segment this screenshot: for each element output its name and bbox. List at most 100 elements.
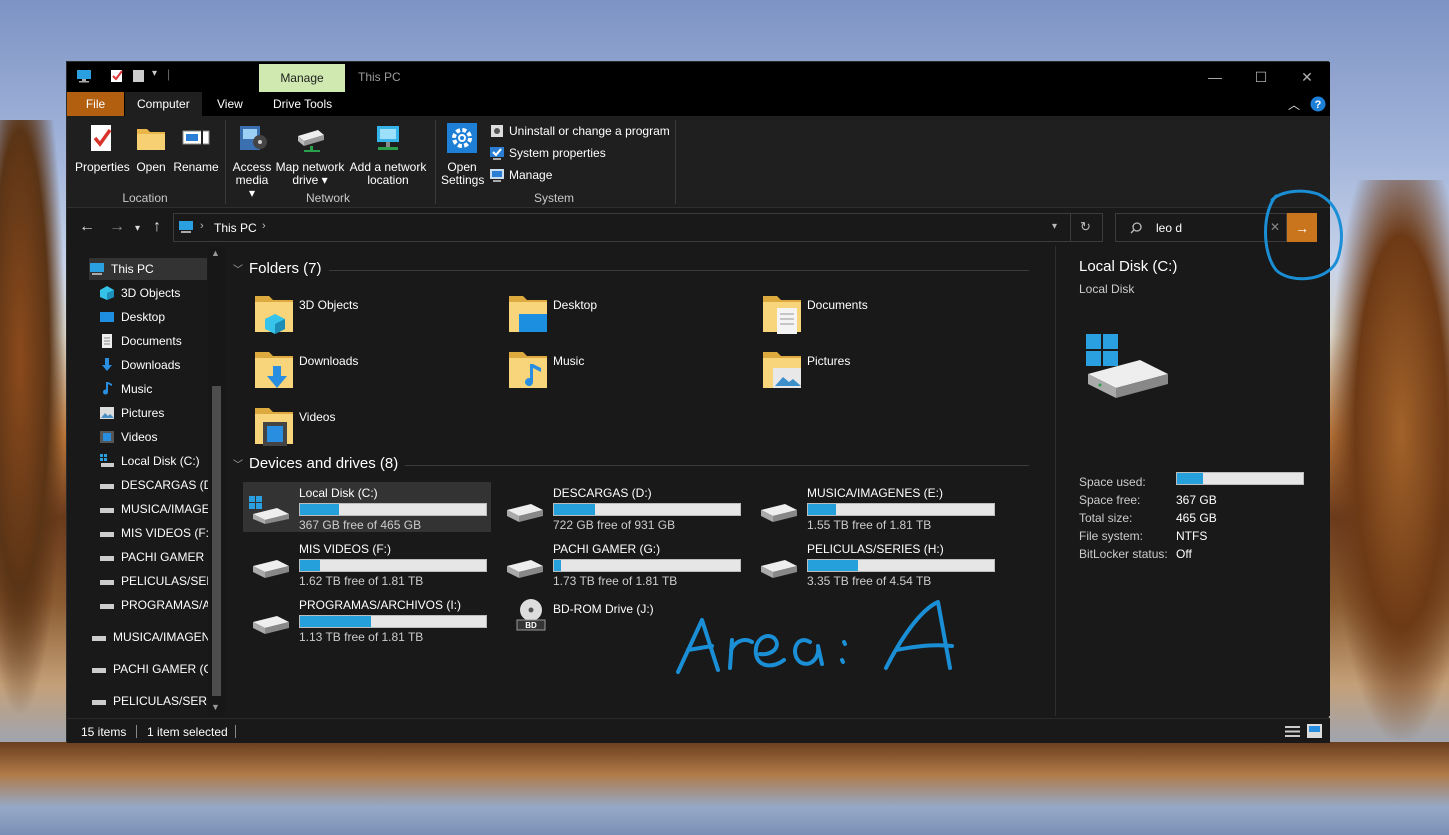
sidebar-item-drive-f[interactable]: MIS VIDEOS (F:) — [99, 522, 213, 544]
manage-context-tab[interactable]: Manage — [259, 64, 345, 92]
sidebar-item-desktop[interactable]: Desktop — [99, 306, 165, 328]
sidebar-item-label: PELICULAS/SERI — [121, 574, 219, 588]
breadcrumb-chevron-icon[interactable]: › — [200, 220, 204, 232]
folders-section-header[interactable]: ﹀ Folders (7) — [233, 260, 322, 277]
help-icon[interactable]: ? — [1310, 96, 1326, 112]
sidebar-item-network-drive-h[interactable]: PELICULAS/SERIES — [91, 690, 225, 712]
manage-button[interactable]: Manage — [489, 165, 552, 185]
downloads-icon — [102, 358, 112, 371]
open-settings-button[interactable]: Open Settings — [441, 122, 484, 187]
back-arrow-icon[interactable]: ← — [79, 219, 95, 235]
drive-usage-fill — [808, 560, 859, 571]
drive-mis-videos-f[interactable]: MIS VIDEOS (F:) 1.62 TB free of 1.81 TB — [243, 538, 491, 588]
sidebar-item-downloads[interactable]: Downloads — [99, 354, 180, 376]
drive-icon — [100, 532, 114, 537]
ribbon: Properties Open Rename Location Access m… — [67, 116, 1330, 208]
add-network-location-button[interactable]: Add a network location — [349, 122, 427, 187]
search-box[interactable]: leo d ✕ — [1115, 213, 1287, 242]
sidebar-item-drive-e[interactable]: MUSICA/IMAGE — [99, 498, 210, 520]
clear-search-icon[interactable]: ✕ — [1270, 220, 1280, 234]
refresh-icon[interactable]: ↻ — [1080, 219, 1091, 235]
drive-programas-archivos-i[interactable]: PROGRAMAS/ARCHIVOS (I:) 1.13 TB free of … — [243, 594, 491, 644]
sidebar-item-drive-g[interactable]: PACHI GAMER ( — [99, 546, 211, 568]
drive-usage-bar — [553, 559, 741, 572]
access-media-button[interactable]: Access media ▾ — [231, 122, 273, 200]
uninstall-program-button[interactable]: Uninstall or change a program — [489, 121, 670, 141]
tab-computer[interactable]: Computer — [125, 92, 202, 116]
folder-3d-objects[interactable]: 3D Objects — [245, 290, 485, 340]
maximize-button[interactable]: ☐ — [1238, 62, 1284, 92]
folder-pictures[interactable]: Pictures — [753, 346, 993, 396]
collapse-chevron-icon[interactable]: ﹀ — [233, 261, 243, 276]
tab-view[interactable]: View — [205, 92, 255, 116]
sidebar-item-pictures[interactable]: Pictures — [99, 402, 164, 424]
drive-bd-rom-j[interactable]: BD BD-ROM Drive (J:) — [497, 594, 745, 644]
sidebar-item-network-drive-e[interactable]: MUSICA/IMAGEN — [91, 626, 210, 648]
drive-name: MUSICA/IMAGENES (E:) — [807, 486, 944, 500]
new-folder-quick-icon[interactable] — [131, 69, 147, 83]
search-go-button[interactable]: → — [1287, 213, 1317, 242]
total-size-label: Total size: — [1079, 511, 1133, 525]
sidebar-item-documents[interactable]: Documents — [99, 330, 182, 352]
sidebar-item-this-pc[interactable]: This PC — [89, 258, 207, 280]
tab-drive-tools[interactable]: Drive Tools — [261, 92, 344, 116]
sidebar-item-videos[interactable]: Videos — [99, 426, 157, 448]
drives-section-header[interactable]: ﹀ Devices and drives (8) — [233, 455, 398, 472]
settings-gear-icon — [447, 123, 477, 153]
details-pane: Local Disk (C:) Local Disk Space used: S… — [1055, 246, 1330, 716]
map-network-drive-button[interactable]: Map network drive ▾ — [275, 122, 345, 187]
scroll-down-icon[interactable]: ▼ — [211, 702, 220, 712]
rename-icon — [182, 127, 210, 149]
sidebar-item-local-disk-c[interactable]: Local Disk (C:) — [99, 450, 200, 472]
drive-icon — [100, 484, 114, 489]
manage-label: Manage — [509, 168, 553, 182]
folder-music[interactable]: Music — [499, 346, 739, 396]
folder-videos[interactable]: Videos — [245, 402, 485, 452]
content-pane: ﹀ Folders (7) 3D Objects Desktop Documen… — [225, 246, 1055, 716]
folder-documents[interactable]: Documents — [753, 290, 993, 340]
minimize-button[interactable]: — — [1192, 62, 1238, 92]
folder-desktop[interactable]: Desktop — [499, 290, 739, 340]
sidebar-item-music[interactable]: Music — [99, 378, 152, 400]
tab-file[interactable]: File — [67, 92, 124, 116]
title-bar: ▾ | Manage This PC — ☐ ✕ — [67, 62, 1330, 92]
properties-quick-icon[interactable] — [109, 69, 125, 83]
drive-musica-imagenes-e[interactable]: MUSICA/IMAGENES (E:) 1.55 TB free of 1.8… — [751, 482, 999, 532]
drive-local-disk-c[interactable]: Local Disk (C:) 367 GB free of 465 GB — [243, 482, 491, 532]
forward-arrow-icon[interactable]: → — [109, 219, 125, 235]
up-arrow-icon[interactable]: ↑ — [153, 219, 161, 235]
sidebar-item-drive-i[interactable]: PROGRAMAS/AI — [99, 594, 214, 616]
recent-locations-chevron-icon[interactable]: ▾ — [135, 221, 140, 237]
address-bar[interactable]: › This PC › ▾ ↻ — [173, 213, 1103, 242]
properties-button[interactable]: Properties — [75, 122, 130, 174]
drive-pachi-gamer-g[interactable]: PACHI GAMER (G:) 1.73 TB free of 1.81 TB — [497, 538, 745, 588]
drive-free-space: 1.55 TB free of 1.81 TB — [807, 518, 932, 532]
close-button[interactable]: ✕ — [1284, 62, 1330, 92]
drive-name: PELICULAS/SERIES (H:) — [807, 542, 944, 556]
breadcrumb-chevron-icon[interactable]: › — [262, 220, 266, 232]
scroll-up-icon[interactable]: ▲ — [211, 248, 220, 258]
sidebar-item-network-drive-g[interactable]: PACHI GAMER (G: — [91, 658, 216, 680]
collapse-ribbon-icon[interactable]: ︿ — [1288, 96, 1300, 113]
sidebar-item-drive-d[interactable]: DESCARGAS (D:) — [99, 474, 220, 496]
details-view-icon[interactable] — [1285, 725, 1300, 738]
customize-toolbar-icon[interactable]: ▾ — [152, 68, 157, 79]
drive-descargas-d[interactable]: DESCARGAS (D:) 722 GB free of 931 GB — [497, 482, 745, 532]
address-dropdown-icon[interactable]: ▾ — [1052, 221, 1057, 232]
large-icons-view-icon[interactable] — [1307, 724, 1322, 738]
system-properties-button[interactable]: System properties — [489, 143, 606, 163]
drive-peliculas-series-h[interactable]: PELICULAS/SERIES (H:) 3.35 TB free of 4.… — [751, 538, 999, 588]
collapse-chevron-icon[interactable]: ﹀ — [233, 456, 243, 471]
sidebar-scrollbar[interactable]: ▲ ▼ — [208, 246, 225, 716]
search-input[interactable]: leo d — [1156, 221, 1182, 235]
rename-button[interactable]: Rename — [173, 122, 219, 174]
open-button[interactable]: Open — [133, 122, 169, 174]
ribbon-separator — [435, 120, 436, 204]
this-pc-icon — [90, 263, 104, 275]
sidebar-item-drive-h[interactable]: PELICULAS/SERI — [99, 570, 218, 592]
bitlocker-value: Off — [1176, 547, 1192, 561]
folder-downloads[interactable]: Downloads — [245, 346, 485, 396]
breadcrumb-this-pc[interactable]: This PC — [214, 221, 257, 235]
scroll-thumb[interactable] — [212, 386, 221, 696]
sidebar-item-3d-objects[interactable]: 3D Objects — [99, 282, 180, 304]
